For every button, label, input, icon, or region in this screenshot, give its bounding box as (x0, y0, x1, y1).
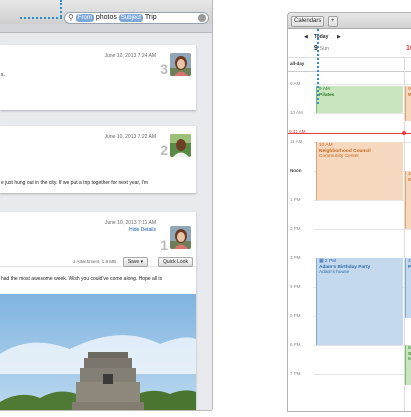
hour-line (314, 345, 411, 346)
event-icon: ▦ (319, 259, 324, 264)
calendars-button[interactable]: Calendars (291, 16, 325, 27)
event-day2-morning[interactable]: 9 W (405, 86, 411, 121)
search-icon: ⚲ (68, 13, 74, 22)
callout-dotted-line (20, 0, 62, 23)
save-button[interactable]: Save ▾ (122, 257, 148, 267)
event-time: 9 (408, 87, 411, 92)
attached-photo (0, 294, 196, 410)
message-body: s. (1, 72, 5, 78)
previous-arrow-icon[interactable]: ◀ (304, 34, 308, 40)
message-date: June 10, 2013 7:11 AM (104, 220, 156, 226)
event-title: C (408, 178, 411, 184)
avatar (170, 134, 191, 157)
day-grid[interactable]: ◀ Today ▶ 9 Sun 10 all-day 9 AM 10 AM 11… (288, 29, 411, 411)
hour-label: 1 PM (290, 197, 301, 202)
message-number: 3 (160, 61, 168, 77)
event-time: 2 (408, 259, 411, 264)
event-adams-birthday-party[interactable]: ▦ 2 PM Adam's Birthday Party Adam's hous… (316, 258, 403, 345)
current-time-dot (402, 131, 406, 135)
all-day-label: all-day (290, 61, 305, 66)
message-card[interactable]: June 10, 2013 7:24 AM 3 s. (0, 45, 196, 110)
day-number: 10 (406, 45, 411, 52)
hour-label: 7 PM (290, 371, 301, 376)
calendar-window: Calendars + ◀ Today ▶ 9 Sun 10 all-day 9… (287, 12, 411, 412)
event-time: 5 (408, 346, 411, 351)
message-card[interactable]: June 10, 2013 7:11 AM Hide Details 1 1 A… (0, 212, 196, 410)
callout-dotted-line (317, 29, 319, 104)
event-title: P (408, 264, 411, 270)
message-date: June 10, 2013 7:22 AM (104, 134, 156, 140)
mail-subheader (0, 24, 212, 33)
next-arrow-icon[interactable]: ▶ (337, 34, 341, 40)
event-location: Community Center (319, 154, 359, 159)
mail-toolbar: ⚲ From photos Subject Trip (0, 0, 212, 25)
navigation-bar: ◀ Today ▶ (288, 33, 411, 43)
event-title: Pilates (319, 92, 335, 98)
avatar (170, 226, 191, 249)
hour-label: 9 AM (290, 81, 301, 86)
add-event-button[interactable]: + (328, 16, 338, 27)
message-card[interactable]: June 10, 2013 7:22 AM 2 e just hung out … (0, 126, 196, 193)
event-title: W (408, 93, 411, 99)
search-token-from[interactable]: From (75, 14, 94, 22)
attachment-bar: 1 Attachment, 1.9 MB Save ▾ Quick Look (0, 256, 196, 267)
event-pilates[interactable]: 9 AM Pilates (316, 86, 403, 113)
event-time: 10 (408, 172, 411, 177)
attachment-info: 1 Attachment, 1.9 MB (72, 259, 116, 264)
message-body: e just hung out in the city. If we put a… (1, 180, 149, 186)
search-token-value-trip: Trip (144, 14, 157, 21)
event-day2-midday[interactable]: 10 C (405, 171, 411, 229)
current-time-line (288, 133, 411, 134)
hour-line (314, 84, 411, 85)
hour-label: 10 AM (290, 110, 303, 115)
hour-line (314, 229, 411, 230)
hour-label: 6 PM (290, 342, 301, 347)
event-location: Adam's house (319, 270, 350, 275)
hour-label: 3 PM (290, 255, 301, 260)
event-day2-evening[interactable]: 5 S M (405, 345, 411, 385)
current-time-label: 9:41 AM (289, 129, 306, 134)
message-number: 2 (160, 142, 168, 158)
mail-window: ⚲ From photos Subject Trip June 10, 2013… (0, 0, 213, 411)
event-day2-afternoon[interactable]: 2 P (405, 258, 411, 318)
event-neighborhood-council[interactable]: 10 AM Neighborhood Council Community Cen… (316, 142, 403, 200)
avatar (170, 53, 191, 76)
hour-label: 4 PM (290, 284, 301, 289)
quick-look-button[interactable]: Quick Look (157, 257, 193, 267)
clear-search-icon[interactable] (198, 14, 206, 22)
hour-label: 11 AM (290, 139, 303, 144)
message-body: had the most awesome week. Wish you coul… (1, 276, 163, 282)
all-day-row[interactable]: all-day (288, 57, 411, 72)
message-number: 1 (160, 237, 168, 253)
search-token-subject[interactable]: Subject (118, 14, 143, 22)
hour-line (314, 374, 411, 375)
calendar-toolbar: Calendars + (288, 13, 411, 29)
search-token-value-photos: photos (95, 14, 117, 21)
hour-label: 2 PM (290, 226, 301, 231)
hour-label: 5 PM (290, 313, 301, 318)
search-field[interactable]: ⚲ From photos Subject Trip (64, 12, 209, 24)
day-name: Sun (319, 46, 329, 52)
hide-details-link[interactable]: Hide Details (129, 227, 156, 233)
hour-line (314, 200, 411, 201)
hour-line (314, 113, 411, 114)
message-date: June 10, 2013 7:24 AM (104, 53, 156, 59)
hour-label: Noon (290, 168, 302, 173)
event-location: M (408, 357, 411, 363)
day-header: 10 (406, 45, 411, 52)
